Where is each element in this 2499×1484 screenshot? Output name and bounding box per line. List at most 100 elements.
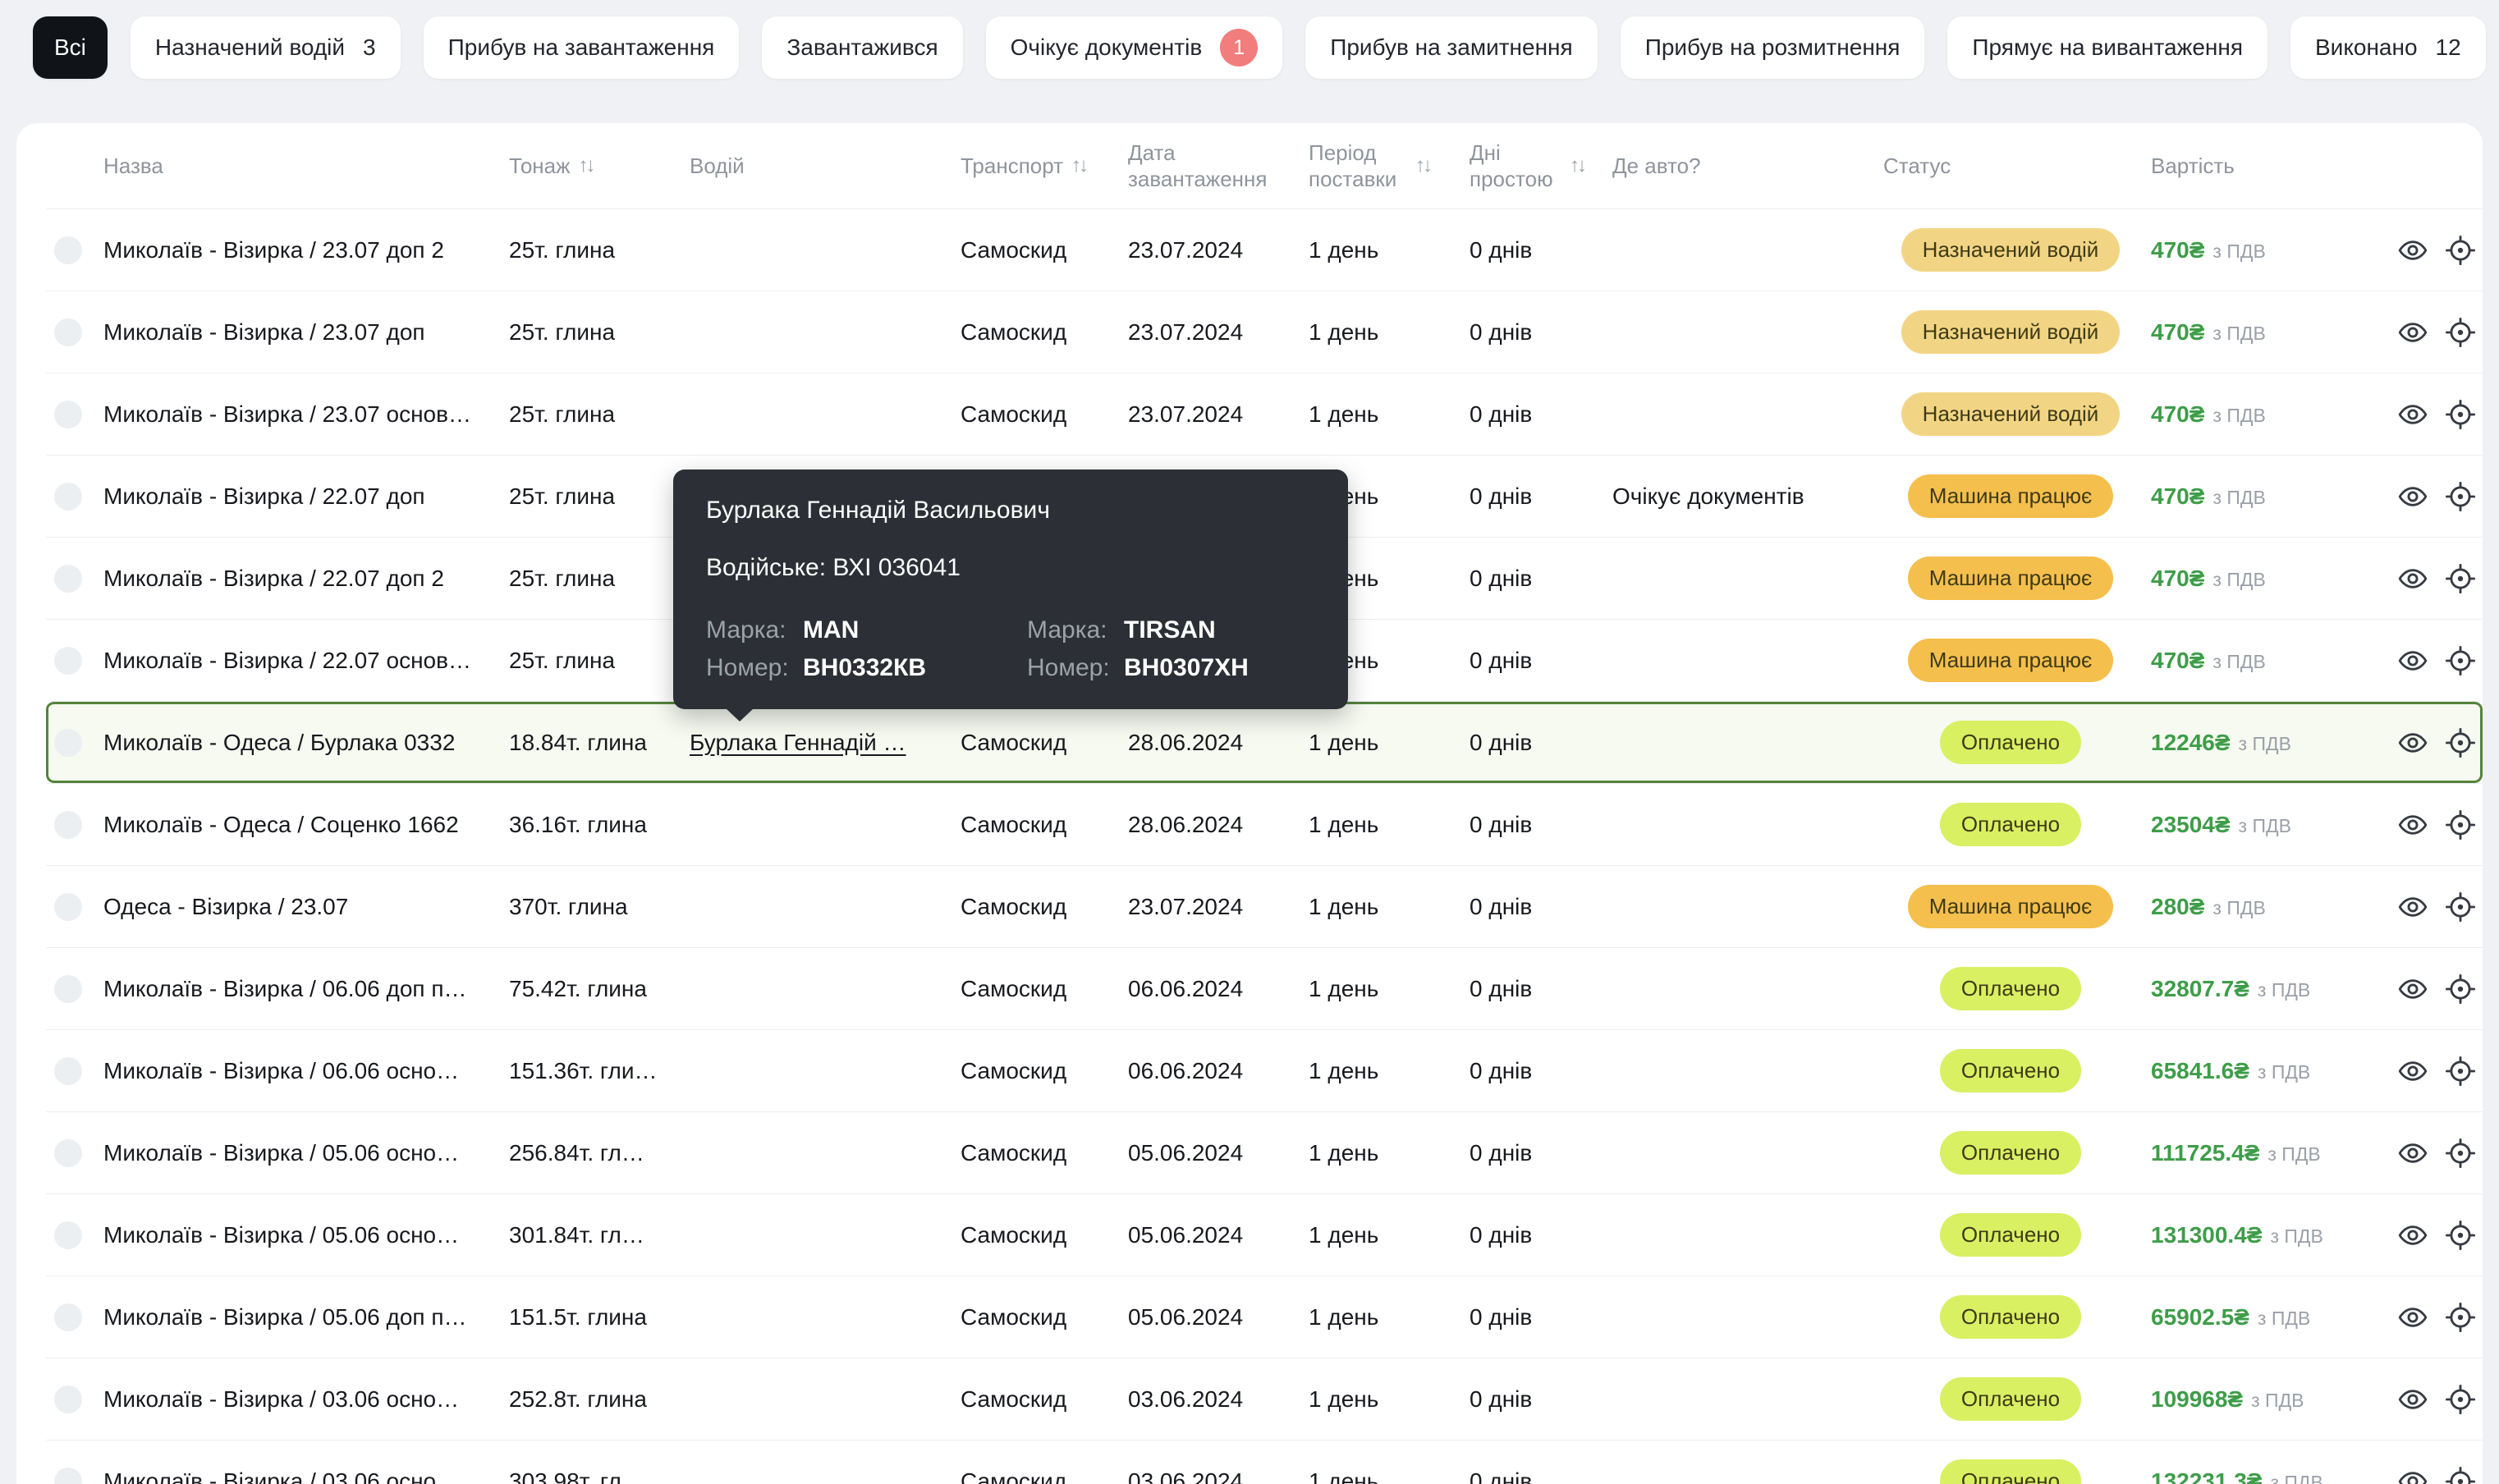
table-row[interactable]: Миколаїв - Візирка / 23.07 основ… 25т. г…: [46, 373, 2483, 455]
row-transport: Самоскид: [961, 1468, 1067, 1484]
row-tonnage: 18.84т. глина: [509, 729, 647, 755]
filter-chip[interactable]: Завантажився: [762, 16, 963, 79]
filter-chip[interactable]: Назначений водій 3: [130, 16, 401, 79]
eye-icon: [2398, 896, 2428, 917]
view-button[interactable]: [2397, 562, 2428, 595]
column-header-idle-days: Дні простою ↑↓: [1470, 140, 1587, 191]
view-button[interactable]: [2397, 316, 2428, 349]
locate-button[interactable]: [2445, 1055, 2476, 1088]
crosshair-icon: [2445, 973, 2476, 1004]
row-transport: Самоскид: [961, 729, 1067, 755]
table-row[interactable]: Миколаїв - Візирка / 05.06 осно… 301.84т…: [46, 1193, 2483, 1276]
table-body: Миколаїв - Візирка / 23.07 доп 2 25т. гл…: [46, 208, 2483, 1484]
locate-button[interactable]: [2445, 1301, 2476, 1334]
locate-button[interactable]: [2445, 562, 2476, 595]
view-button[interactable]: [2397, 726, 2428, 759]
vat-note: з ПДВ: [2212, 568, 2266, 590]
row-checkbox[interactable]: [54, 1138, 82, 1167]
view-button[interactable]: [2397, 1055, 2428, 1088]
locate-button[interactable]: [2445, 1465, 2476, 1484]
sort-icon-transport[interactable]: ↑↓: [1071, 154, 1089, 177]
row-checkbox[interactable]: [54, 564, 82, 593]
row-checkbox[interactable]: [54, 974, 82, 1003]
crosshair-icon: [2445, 727, 2476, 758]
row-checkbox[interactable]: [54, 318, 82, 346]
table-row[interactable]: Миколаїв - Одеса / Соценко 1662 36.16т. …: [46, 783, 2483, 865]
row-checkbox[interactable]: [54, 1056, 82, 1085]
row-idle-days: 0 днів: [1470, 1221, 1533, 1248]
filter-chip[interactable]: Всі: [33, 16, 108, 79]
filter-chip[interactable]: Прибув на завантаження: [423, 16, 740, 79]
locate-button[interactable]: [2445, 891, 2476, 923]
row-checkbox[interactable]: [54, 728, 82, 757]
table-row[interactable]: Миколаїв - Візирка / 23.07 доп 25т. глин…: [46, 291, 2483, 373]
row-tonnage: 25т. глина: [509, 565, 616, 591]
status-badge: Оплачено: [1939, 967, 2082, 1010]
locate-button[interactable]: [2445, 973, 2476, 1005]
row-checkbox[interactable]: [54, 1221, 82, 1249]
row-checkbox[interactable]: [54, 810, 82, 839]
locate-button[interactable]: [2445, 480, 2476, 513]
table-row[interactable]: Одеса - Візирка / 23.07 370т. глина Само…: [46, 865, 2483, 947]
locate-button[interactable]: [2445, 808, 2476, 841]
table-row[interactable]: Миколаїв - Візирка / 06.06 доп п… 75.42т…: [46, 947, 2483, 1029]
row-price: 12246₴: [2151, 729, 2231, 755]
row-checkbox[interactable]: [54, 1467, 82, 1484]
table-row[interactable]: Миколаїв - Одеса / Бурлака 0332 18.84т. …: [46, 701, 2483, 783]
table-row[interactable]: Миколаїв - Візирка / 03.06 осно… 303.98т…: [46, 1440, 2483, 1484]
locate-button[interactable]: [2445, 1219, 2476, 1252]
locate-button[interactable]: [2445, 1137, 2476, 1170]
row-checkbox[interactable]: [54, 482, 82, 511]
locate-button[interactable]: [2445, 644, 2476, 677]
view-button[interactable]: [2397, 1465, 2428, 1484]
view-button[interactable]: [2397, 234, 2428, 267]
locate-button[interactable]: [2445, 234, 2476, 267]
filter-chip[interactable]: Очікує документів 1: [985, 16, 1283, 79]
filter-chip[interactable]: Виконано 12: [2290, 16, 2486, 79]
view-button[interactable]: [2397, 1383, 2428, 1416]
table-row[interactable]: Миколаїв - Візирка / 03.06 осно… 252.8т.…: [46, 1358, 2483, 1440]
sort-icon-delivery-period[interactable]: ↑↓: [1415, 154, 1433, 177]
view-button[interactable]: [2397, 973, 2428, 1005]
table-row[interactable]: Миколаїв - Візирка / 06.06 осно… 151.36т…: [46, 1029, 2483, 1111]
view-button[interactable]: [2397, 644, 2428, 677]
row-checkbox[interactable]: [54, 1385, 82, 1413]
eye-icon: [2398, 486, 2428, 506]
filter-chip[interactable]: Прямує на вивантаження: [1947, 16, 2267, 79]
row-checkbox[interactable]: [54, 892, 82, 921]
view-button[interactable]: [2397, 1301, 2428, 1334]
eye-icon: [2398, 978, 2428, 999]
view-button[interactable]: [2397, 398, 2428, 431]
row-checkbox[interactable]: [54, 1303, 82, 1331]
view-button[interactable]: [2397, 1137, 2428, 1170]
locate-button[interactable]: [2445, 398, 2476, 431]
row-checkbox[interactable]: [54, 646, 82, 675]
row-checkbox[interactable]: [54, 236, 82, 264]
filter-chip-label: Прямує на вивантаження: [1972, 34, 2243, 60]
row-transport: Самоскид: [961, 893, 1067, 919]
view-button[interactable]: [2397, 808, 2428, 841]
sort-icon-idle-days[interactable]: ↑↓: [1570, 154, 1587, 177]
tooltip-license-value: ВХІ 036041: [832, 554, 961, 581]
locate-button[interactable]: [2445, 316, 2476, 349]
filter-chip[interactable]: Прибув на розмитнення: [1620, 16, 1925, 79]
table-row[interactable]: Миколаїв - Візирка / 05.06 доп п… 151.5т…: [46, 1276, 2483, 1358]
view-button[interactable]: [2397, 1219, 2428, 1252]
table-row[interactable]: Миколаїв - Візирка / 05.06 осно… 256.84т…: [46, 1111, 2483, 1193]
row-idle-days: 0 днів: [1470, 1139, 1533, 1166]
row-name: Миколаїв - Візирка / 22.07 основ…: [103, 647, 471, 673]
view-button[interactable]: [2397, 480, 2428, 513]
row-tonnage: 25т. глина: [509, 483, 616, 509]
row-price: 109968₴: [2151, 1386, 2244, 1412]
sort-icon-tonnage[interactable]: ↑↓: [579, 154, 596, 177]
table-row[interactable]: Миколаїв - Візирка / 23.07 доп 2 25т. гл…: [46, 208, 2483, 291]
view-button[interactable]: [2397, 891, 2428, 923]
filter-chip[interactable]: Прибув на замитнення: [1305, 16, 1598, 79]
tooltip-driver-name: Бурлака Геннадій Васильович: [706, 497, 1050, 524]
driver-link[interactable]: Бурлака Геннадій …: [690, 730, 906, 755]
status-badge: Оплачено: [1939, 1131, 2082, 1175]
row-checkbox[interactable]: [54, 400, 82, 428]
locate-button[interactable]: [2445, 1383, 2476, 1416]
locate-button[interactable]: [2445, 726, 2476, 759]
row-tonnage: 25т. глина: [509, 236, 616, 263]
